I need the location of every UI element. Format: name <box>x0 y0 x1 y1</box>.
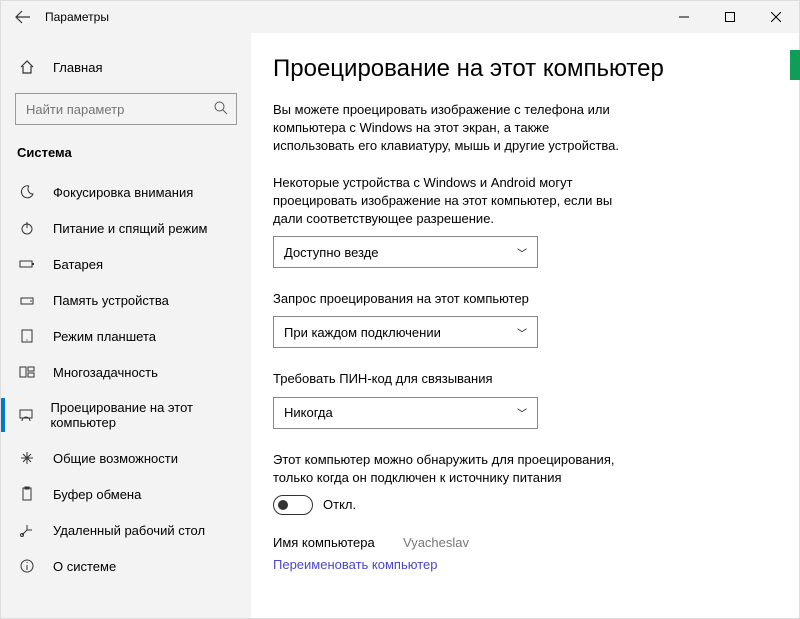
sidebar-item-label: Удаленный рабочий стол <box>53 523 205 538</box>
sidebar-item-label: Многозадачность <box>53 365 158 380</box>
power-text: Этот компьютер можно обнаружить для прое… <box>273 451 633 487</box>
sidebar-item-tablet[interactable]: Режим планшета <box>1 318 251 354</box>
pc-name-label: Имя компьютера <box>273 535 403 550</box>
pin-label: Требовать ПИН-код для связывания <box>273 370 633 388</box>
request-select[interactable]: При каждом подключении ﹀ <box>273 316 538 348</box>
sidebar-item-storage[interactable]: Память устройства <box>1 282 251 318</box>
remote-icon <box>17 522 37 538</box>
arrow-left-icon <box>15 9 31 25</box>
storage-icon <box>17 292 37 308</box>
moon-icon <box>17 184 37 200</box>
sidebar-item-remote[interactable]: Удаленный рабочий стол <box>1 512 251 548</box>
rename-link[interactable]: Переименовать компьютер <box>273 557 437 572</box>
search-input[interactable] <box>15 93 237 125</box>
sidebar-item-power[interactable]: Питание и спящий режим <box>1 210 251 246</box>
sidebar-item-focus[interactable]: Фокусировка внимания <box>1 174 251 210</box>
toggle-state-label: Откл. <box>323 497 356 512</box>
pin-select[interactable]: Никогда ﹀ <box>273 397 538 429</box>
info-icon <box>17 558 37 574</box>
permission-text: Некоторые устройства с Windows и Android… <box>273 174 633 229</box>
sidebar-item-projecting[interactable]: Проецирование на этот компьютер <box>1 390 251 440</box>
back-button[interactable] <box>1 1 45 33</box>
decorative-edge <box>790 50 800 80</box>
select-value: Доступно везде <box>284 245 379 260</box>
home-icon <box>17 59 37 75</box>
sidebar-item-label: Общие возможности <box>53 451 178 466</box>
minimize-button[interactable] <box>661 1 707 33</box>
content: Проецирование на этот компьютер Вы может… <box>251 33 799 618</box>
power-icon <box>17 220 37 236</box>
tablet-icon <box>17 328 37 344</box>
select-value: Никогда <box>284 405 333 420</box>
window-title: Параметры <box>45 10 109 24</box>
sidebar-item-label: Буфер обмена <box>53 487 141 502</box>
sidebar-item-label: Режим планшета <box>53 329 156 344</box>
multitask-icon <box>17 364 37 380</box>
availability-select[interactable]: Доступно везде ﹀ <box>273 236 538 268</box>
clipboard-icon <box>17 486 37 502</box>
battery-icon <box>17 256 37 272</box>
pc-name-value: Vyacheslav <box>403 535 469 550</box>
maximize-icon <box>725 12 735 22</box>
project-icon <box>17 407 34 423</box>
sidebar-item-shared[interactable]: Общие возможности <box>1 440 251 476</box>
titlebar: Параметры <box>1 1 799 33</box>
sidebar-item-label: Память устройства <box>53 293 169 308</box>
nav-list: Фокусировка внимания Питание и спящий ре… <box>1 174 251 584</box>
toggle-knob <box>278 500 288 510</box>
sidebar-item-label: О системе <box>53 559 116 574</box>
sidebar-item-clipboard[interactable]: Буфер обмена <box>1 476 251 512</box>
page-title: Проецирование на этот компьютер <box>273 55 769 83</box>
sidebar-item-multitask[interactable]: Многозадачность <box>1 354 251 390</box>
power-toggle[interactable] <box>273 495 313 515</box>
chevron-down-icon: ﹀ <box>517 405 527 420</box>
request-label: Запрос проецирования на этот компьютер <box>273 290 633 308</box>
select-value: При каждом подключении <box>284 325 441 340</box>
close-icon <box>771 12 781 22</box>
chevron-down-icon: ﹀ <box>517 245 527 260</box>
sidebar-item-label: Проецирование на этот компьютер <box>50 400 235 430</box>
section-heading: Система <box>1 145 251 174</box>
close-button[interactable] <box>753 1 799 33</box>
maximize-button[interactable] <box>707 1 753 33</box>
sidebar-item-label: Батарея <box>53 257 103 272</box>
sidebar-item-about[interactable]: О системе <box>1 548 251 584</box>
sidebar-item-battery[interactable]: Батарея <box>1 246 251 282</box>
minimize-icon <box>679 12 689 22</box>
sidebar: Главная Система Фокусировка внимания Пит… <box>1 33 251 618</box>
chevron-down-icon: ﹀ <box>517 325 527 340</box>
shared-icon <box>17 450 37 466</box>
sidebar-item-label: Питание и спящий режим <box>53 221 207 236</box>
intro-text: Вы можете проецировать изображение с тел… <box>273 101 633 156</box>
home-link[interactable]: Главная <box>1 53 251 81</box>
home-label: Главная <box>53 60 102 75</box>
sidebar-item-label: Фокусировка внимания <box>53 185 193 200</box>
